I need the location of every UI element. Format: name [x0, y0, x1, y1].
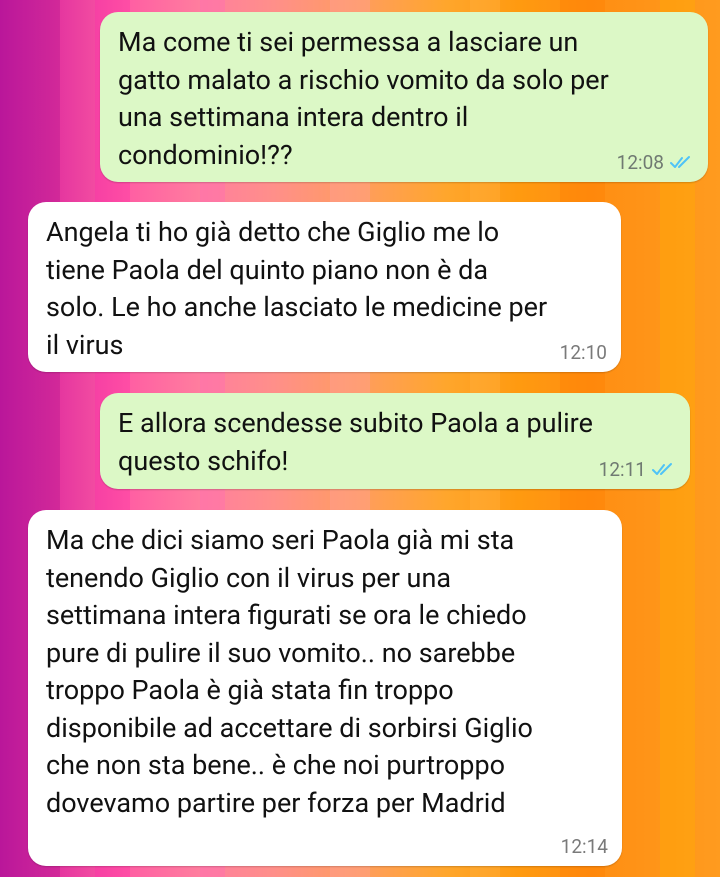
double-check-read-icon [652, 462, 676, 478]
message-text: E allora scendesse subito Paola a pulire… [118, 407, 593, 477]
message-meta: 12:11 [599, 459, 676, 481]
message-bubble-incoming[interactable]: Ma che dici siamo seri Paola già mi sta … [28, 510, 622, 866]
message-bubble-outgoing[interactable]: Ma come ti sei permessa a lasciare un ga… [100, 12, 708, 182]
message-meta: 12:14 [561, 836, 608, 858]
message-list[interactable]: Ma come ti sei permessa a lasciare un ga… [0, 0, 720, 877]
message-time: 12:11 [598, 458, 646, 481]
message-time: 12:10 [559, 341, 607, 364]
double-check-read-icon [670, 155, 694, 171]
message-text: Ma che dici siamo seri Paola già mi sta … [46, 524, 533, 819]
message-time: 12:08 [616, 151, 664, 174]
message-bubble-incoming[interactable]: Angela ti ho già detto che Giglio me lo … [28, 202, 621, 372]
message-meta: 12:10 [560, 342, 607, 364]
message-time: 12:14 [560, 835, 608, 858]
message-text: Ma come ti sei permessa a lasciare un ga… [118, 26, 609, 171]
message-meta: 12:08 [617, 152, 694, 174]
message-bubble-outgoing[interactable]: E allora scendesse subito Paola a pulire… [100, 393, 690, 489]
message-text: Angela ti ho già detto che Giglio me lo … [46, 216, 548, 361]
